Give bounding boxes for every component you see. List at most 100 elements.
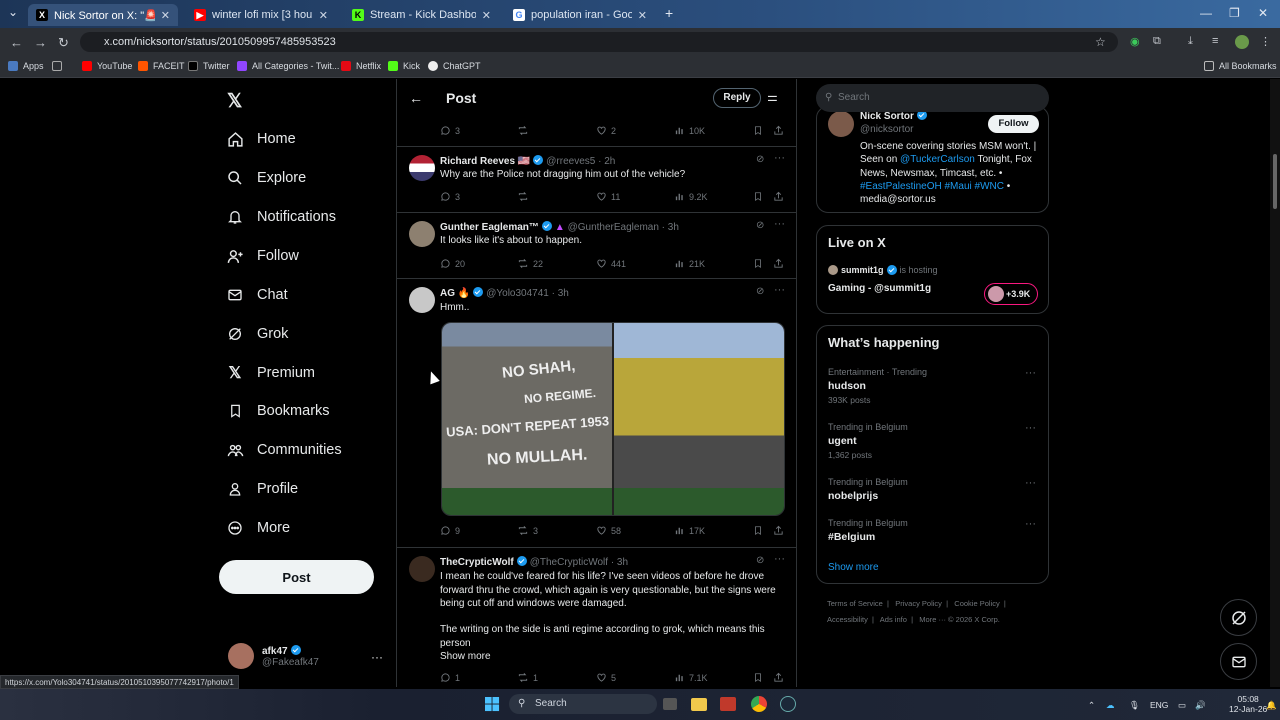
search-input[interactable]: ⚲ Search [816,84,1049,112]
tweet[interactable]: AG 🔥 @Yolo304741 · 3h ⊘ ··· Hmm.. NO SHAH… [397,279,796,548]
new-tab-button[interactable]: + [665,5,673,21]
grok-icon[interactable]: ⊘ [756,286,764,297]
share-action[interactable] [773,125,788,136]
more-options-icon[interactable]: ··· [774,152,785,164]
like-action[interactable]: 441 [596,258,626,269]
share-action[interactable] [773,672,788,683]
bookmark-twitch[interactable]: All Categories - Twit... [237,61,339,71]
tab-kick[interactable]: KStream - Kick Dashboard✕ [344,4,499,26]
nav-communities[interactable]: Communities [226,441,342,459]
settings-sliders-icon[interactable]: ⚌ [767,90,778,104]
bookmark-twitter[interactable]: Twitter [188,61,230,71]
extensions-icon[interactable]: ⧉ [1153,35,1161,48]
task-view-icon[interactable] [663,698,677,710]
nav-more[interactable]: More [226,519,290,537]
bookmark-action[interactable] [753,672,767,683]
more-options-icon[interactable]: ··· [774,553,785,565]
scrollbar-thumb[interactable] [1273,154,1277,209]
share-action[interactable] [773,191,788,202]
reload-button[interactable]: ↻ [58,35,69,51]
forward-button[interactable]: → [34,35,47,50]
volume-icon[interactable]: 🔊 [1195,700,1206,711]
media-icon[interactable]: ≡ [1212,35,1218,47]
footer-link[interactable]: Ads info [880,615,907,624]
bookmark-grid-icon[interactable] [52,61,67,71]
nav-profile[interactable]: Profile [226,480,298,498]
nav-grok[interactable]: Grok [226,325,288,343]
close-tab-icon[interactable]: ✕ [161,9,170,22]
repost-action[interactable]: 3 [517,525,538,536]
more-options-icon[interactable]: ··· [774,218,785,230]
microphone-icon[interactable]: 🎙 [1129,700,1140,711]
maximize-button[interactable]: ❐ [1229,6,1240,20]
bookmark-faceit[interactable]: FACEIT [138,61,185,71]
more-options-icon[interactable]: ··· [774,284,785,296]
nav-chat[interactable]: Chat [226,286,288,304]
reply-action[interactable]: 3 [440,191,460,202]
close-tab-icon[interactable]: ✕ [638,9,647,22]
show-more-link[interactable]: Show more [440,650,491,664]
tweet-photo[interactable]: NO SHAH, NO REGIME. USA: DON'T REPEAT 19… [441,322,785,516]
grok-icon[interactable]: ⊘ [756,154,764,165]
minimize-button[interactable]: — [1200,6,1212,20]
mention-link[interactable]: @TuckerCarlson [900,154,975,165]
repost-action[interactable] [517,191,533,202]
download-icon[interactable]: ⤓ [1188,35,1193,48]
cloud-icon[interactable]: ☁ [1106,700,1115,711]
views-action[interactable]: 21K [674,258,705,269]
back-button[interactable]: ← [10,35,23,50]
windows-start-icon[interactable] [483,695,501,713]
tab-nick-sortor[interactable]: XNick Sortor on X: "🚨 BREAKING✕ [28,4,178,26]
live-stream-link[interactable]: Gaming - @summit1g [828,283,931,294]
back-arrow-icon[interactable]: ← [409,90,423,106]
reply-button[interactable]: Reply [713,88,761,108]
url-input[interactable]: x.com/nicksortor/status/2010509957485953… [80,32,1118,52]
tab-lofi[interactable]: ▶winter lofi mix [3 hours]✕ [186,4,336,26]
app-icon[interactable] [720,697,736,711]
footer-link[interactable]: Terms of Service [827,599,883,608]
reply-action[interactable]: 3 [440,125,460,136]
tweet[interactable]: Richard Reeves 🇺🇸 @rreeves5 · 2h ⊘ ··· Wh… [397,147,796,213]
tweet[interactable]: TheCrypticWolf @TheCrypticWolf · 3h ⊘ ···… [397,548,796,687]
chat-float-button[interactable] [1220,643,1257,680]
close-window-button[interactable]: ✕ [1258,6,1268,20]
trend-item[interactable]: Trending in Belgium ugent 1,362 posts [828,422,908,460]
nav-bookmarks[interactable]: Bookmarks [226,402,330,420]
follow-button[interactable]: Follow [988,115,1039,133]
bookmark-netflix[interactable]: Netflix [341,61,381,71]
nav-premium[interactable]: 𝕏 Premium [226,364,315,382]
grok-icon[interactable]: ⊘ [756,555,764,566]
hashtag-links[interactable]: #EastPalestineOH #Maui #WNC [860,181,1004,192]
account-switcher[interactable]: afk47 @Fakeafk47 [228,643,319,669]
reply-action[interactable]: 20 [440,258,465,269]
footer-link[interactable]: Privacy Policy [895,599,942,608]
network-icon[interactable]: ▭ [1178,700,1186,711]
footer-link[interactable]: Cookie Policy [954,599,999,608]
grok-float-button[interactable] [1220,599,1257,636]
more-options-icon[interactable]: ··· [1025,367,1036,379]
tray-chevron-icon[interactable]: ⌃ [1088,700,1095,711]
show-more-link[interactable]: Show more [828,562,879,573]
more-options-icon[interactable]: ··· [1025,518,1036,530]
reply-action[interactable]: 9 [440,525,460,536]
notification-bell-icon[interactable]: 🔔 [1266,700,1277,711]
menu-icon[interactable]: ⋮ [1260,35,1271,48]
bookmark-kick[interactable]: Kick [388,61,420,71]
bookmark-apps[interactable]: Apps [8,61,44,71]
profile-avatar[interactable] [1235,35,1249,49]
x-logo-icon[interactable]: 𝕏 [227,90,242,113]
account-more-icon[interactable]: ··· [371,650,383,664]
repost-action[interactable] [517,125,533,136]
tab-search-button[interactable]: ⌄ [8,5,18,19]
tweet[interactable]: Gunther Eagleman™ ▲ @GuntherEagleman · 3h… [397,213,796,279]
live-listeners[interactable]: +3.9K [984,283,1038,305]
share-action[interactable] [773,525,788,536]
chrome-icon[interactable] [751,696,767,712]
clock[interactable]: 05:08 12-Jan-26 [1229,694,1267,714]
views-action[interactable]: 9.2K [674,191,708,202]
views-action[interactable]: 7.1K [674,672,708,683]
bookmark-youtube[interactable]: YouTube [82,61,132,71]
bookmark-action[interactable] [753,191,767,202]
nav-home[interactable]: Home [226,130,296,148]
like-action[interactable]: 5 [596,672,616,683]
